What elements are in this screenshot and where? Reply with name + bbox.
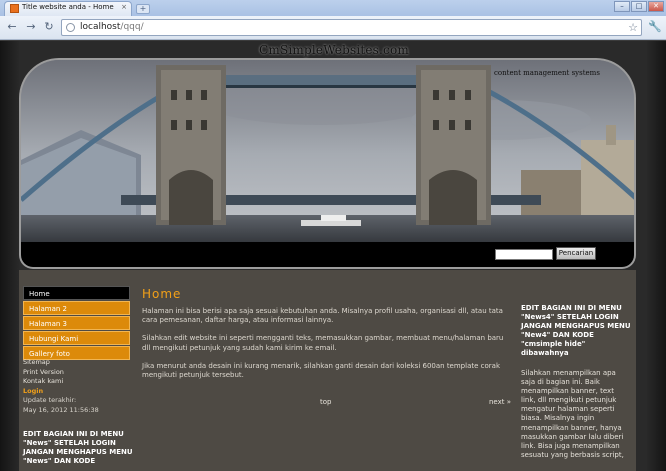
- back-icon[interactable]: ←: [5, 20, 19, 34]
- tower-bridge-illustration: [21, 60, 634, 246]
- sidebar-menu: Home Halaman 2 Halaman 3 Hubungi Kami Ga…: [23, 286, 130, 361]
- search-bar: Pencarian: [19, 242, 636, 269]
- paragraph: Halaman ini bisa berisi apa saja sesuai …: [142, 307, 503, 325]
- menu-item-halaman-3[interactable]: Halaman 3: [23, 316, 130, 330]
- paragraph: Jika menurut anda desain ini kurang mena…: [142, 361, 500, 380]
- search-button[interactable]: Pencarian: [556, 247, 596, 260]
- print-version-link[interactable]: Print Version: [23, 368, 99, 378]
- content-area: Home Halaman 2 Halaman 3 Hubungi Kami Ga…: [19, 270, 636, 471]
- site-tagline: content management systems: [494, 69, 600, 77]
- address-bar[interactable]: localhost/qqq/ ☆: [61, 19, 642, 36]
- menu-item-home[interactable]: Home: [23, 286, 130, 300]
- right-news-text: Silahkan menampilkan apa saja di bagian …: [521, 369, 624, 459]
- main-content: Halaman ini bisa berisi apa saja sesuai …: [142, 307, 512, 389]
- favicon-icon: [10, 4, 19, 13]
- wrench-icon[interactable]: 🔧: [648, 20, 662, 33]
- close-window-button[interactable]: ✕: [648, 1, 664, 12]
- right-news-heading: EDIT BAGIAN INI DI MENU "News4" SETELAH …: [521, 304, 631, 357]
- tab-title: Title website anda - Home: [22, 3, 114, 11]
- window-controls: – □ ✕: [614, 1, 664, 12]
- browser-toolbar: ← → ↻ localhost/qqq/ ☆ 🔧: [0, 16, 666, 40]
- url-host: localhost: [80, 22, 121, 32]
- web-page: CmSimpleWebsites.com content management …: [0, 41, 666, 471]
- top-link[interactable]: top: [320, 398, 331, 406]
- menu-item-halaman-2[interactable]: Halaman 2: [23, 301, 130, 315]
- next-link[interactable]: next »: [489, 398, 511, 406]
- login-link[interactable]: Login: [23, 387, 99, 397]
- url-text[interactable]: localhost/qqq/: [80, 22, 144, 32]
- search-input[interactable]: [495, 249, 553, 260]
- site-logo[interactable]: CmSimpleWebsites.com: [259, 43, 409, 57]
- new-tab-button[interactable]: +: [136, 4, 150, 14]
- browser-tab-active[interactable]: Title website anda - Home ×: [4, 1, 132, 16]
- paragraph: Silahkan edit website ini seperti mengga…: [142, 334, 504, 352]
- maximize-button[interactable]: □: [631, 1, 647, 12]
- header-banner: [19, 58, 636, 246]
- browser-titlebar: Title website anda - Home × + – □ ✕: [0, 0, 666, 16]
- url-path: /qqq/: [120, 22, 144, 32]
- sitemap-link[interactable]: Sitemap: [23, 358, 99, 368]
- star-icon[interactable]: ☆: [628, 21, 638, 34]
- left-news-note: EDIT BAGIAN INI DI MENU "News" SETELAH L…: [23, 430, 133, 465]
- last-update-label: Update terakhir:: [23, 396, 77, 404]
- sidebar-links: Sitemap Print Version Kontak kami Login …: [23, 358, 99, 415]
- page-title: Home: [142, 287, 182, 301]
- last-update-date: May 16, 2012 11:56:38: [23, 405, 99, 414]
- minimize-button[interactable]: –: [614, 1, 630, 12]
- menu-item-hubungi-kami[interactable]: Hubungi Kami: [23, 331, 130, 345]
- page-icon: [66, 23, 75, 32]
- kontak-kami-link[interactable]: Kontak kami: [23, 377, 99, 387]
- forward-icon[interactable]: →: [24, 20, 38, 34]
- reload-icon[interactable]: ↻: [42, 20, 56, 34]
- tab-close-icon[interactable]: ×: [121, 3, 127, 11]
